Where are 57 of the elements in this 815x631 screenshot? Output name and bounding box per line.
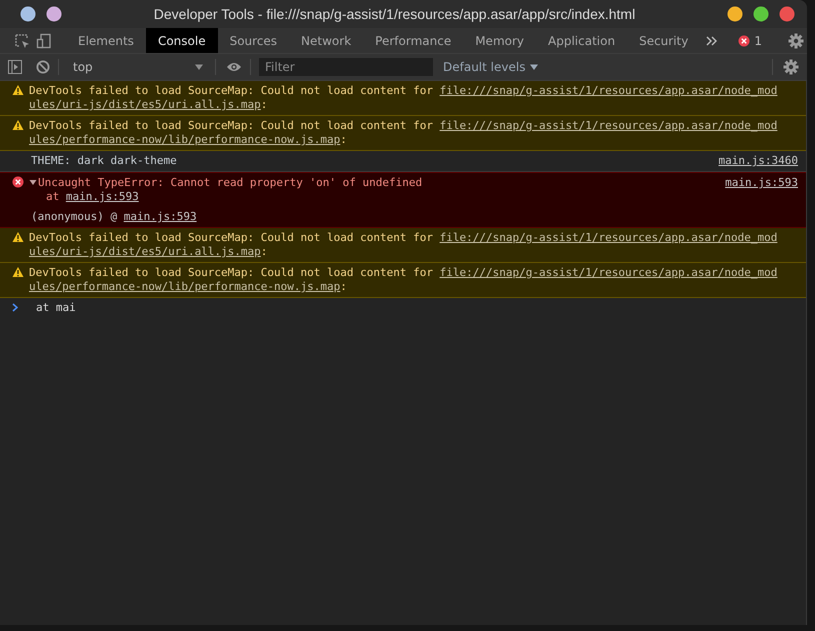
call-frame: (anonymous) xyxy=(31,210,104,224)
call-frame-link[interactable]: main.js:593 xyxy=(124,210,197,224)
sidebar-toggle-icon[interactable] xyxy=(8,60,22,74)
tab[interactable]: Sources xyxy=(218,28,290,53)
caret-icon xyxy=(530,63,538,71)
warning-icon xyxy=(12,266,24,278)
source-map-link[interactable]: file:///snap/g-assist/1/resources/app.asar/node_mod xyxy=(440,231,778,244)
stack-trace-line: at main.js:593 xyxy=(45,190,140,204)
source-map-link[interactable]: ules/uri-js/dist/es5/uri.all.js.map xyxy=(29,245,261,258)
source-map-link[interactable]: ules/performance-now/lib/performance-now.js.map xyxy=(29,133,340,146)
warning-icon xyxy=(12,84,24,96)
window-dot-icon[interactable] xyxy=(46,6,62,22)
window-dot-icon[interactable] xyxy=(20,6,36,22)
source-map-link[interactable]: file:///snap/g-assist/1/resources/app.asar/node_mod xyxy=(440,266,778,279)
console-message: DevTools failed to load SourceMap: Could not load content for file:///snap/g-assist/1/resources/app.asar/node_mod ules/uri-js/dist/es5/uri.all.js.map: xyxy=(29,231,778,259)
prompt-chevron-icon xyxy=(12,303,18,312)
tab[interactable]: Memory xyxy=(463,28,536,53)
close-button-icon[interactable] xyxy=(779,6,795,22)
tab[interactable]: Network xyxy=(289,28,364,53)
eye-icon[interactable] xyxy=(226,61,242,73)
inspect-element-icon[interactable] xyxy=(14,32,30,48)
device-toolbar-icon[interactable] xyxy=(36,32,52,48)
window-title: Developer Tools - file:///snap/g-assist/1/resources/app.asar/app/src/index.html xyxy=(152,6,636,22)
console-message: DevTools failed to load SourceMap: Could not load content for file:///snap/g-assist/1/resources/app.asar/node_mod ules/performance-now/lib/performance-now.js.map: xyxy=(29,266,778,294)
source-map-link[interactable]: file:///snap/g-assist/1/resources/app.asar/node_mod xyxy=(440,119,778,132)
error-message: Uncaught TypeError: Cannot read property 'on' of undefined xyxy=(38,176,422,190)
stack-link[interactable]: main.js:593 xyxy=(66,190,139,203)
source-map-link[interactable]: ules/uri-js/dist/es5/uri.all.js.map xyxy=(29,98,261,111)
tab[interactable]: Security xyxy=(627,28,700,53)
error-icon xyxy=(12,176,24,188)
settings-icon[interactable] xyxy=(783,59,799,75)
context-select[interactable]: top xyxy=(63,57,211,77)
filter-field[interactable]: Filter xyxy=(259,58,433,76)
source-map-link[interactable]: ules/performance-now/lib/performance-now.js.map xyxy=(29,280,340,293)
source-link[interactable]: main.js:3460 xyxy=(718,154,798,168)
tab[interactable]: Elements xyxy=(66,28,146,53)
more-tabs-icon[interactable] xyxy=(706,34,718,46)
source-link[interactable]: main.js:593 xyxy=(725,176,798,190)
clear-console-icon[interactable] xyxy=(36,60,50,74)
at-sign: @ xyxy=(110,210,118,224)
caret-icon xyxy=(195,63,203,71)
console-message: DevTools failed to load SourceMap: Could not load content for file:///snap/g-assist/1/resources/app.asar/node_mod ules/performance-now/lib/performance-now.js.map: xyxy=(29,119,778,147)
error-count[interactable]: 1 xyxy=(754,34,762,48)
minimize-button-icon[interactable] xyxy=(727,6,743,22)
maximize-button-icon[interactable] xyxy=(753,6,769,22)
console-message: THEME: dark dark-theme xyxy=(31,154,177,168)
console-input[interactable]: at mai xyxy=(36,301,806,314)
warning-icon xyxy=(12,119,24,131)
tab[interactable]: Performance xyxy=(363,28,464,53)
tab[interactable]: Application xyxy=(536,28,628,53)
source-map-link[interactable]: file:///snap/g-assist/1/resources/app.asar/node_mod xyxy=(440,84,778,97)
tab[interactable]: Console xyxy=(146,28,218,53)
warning-icon xyxy=(12,231,24,243)
console-message: DevTools failed to load SourceMap: Could not load content for file:///snap/g-assist/1/resources/app.asar/node_mod ules/uri-js/dist/es5/uri.all.js.map: xyxy=(29,84,778,112)
log-levels-dropdown[interactable]: Default levels xyxy=(441,57,540,77)
error-icon[interactable] xyxy=(738,34,750,46)
settings-icon[interactable] xyxy=(788,32,804,48)
